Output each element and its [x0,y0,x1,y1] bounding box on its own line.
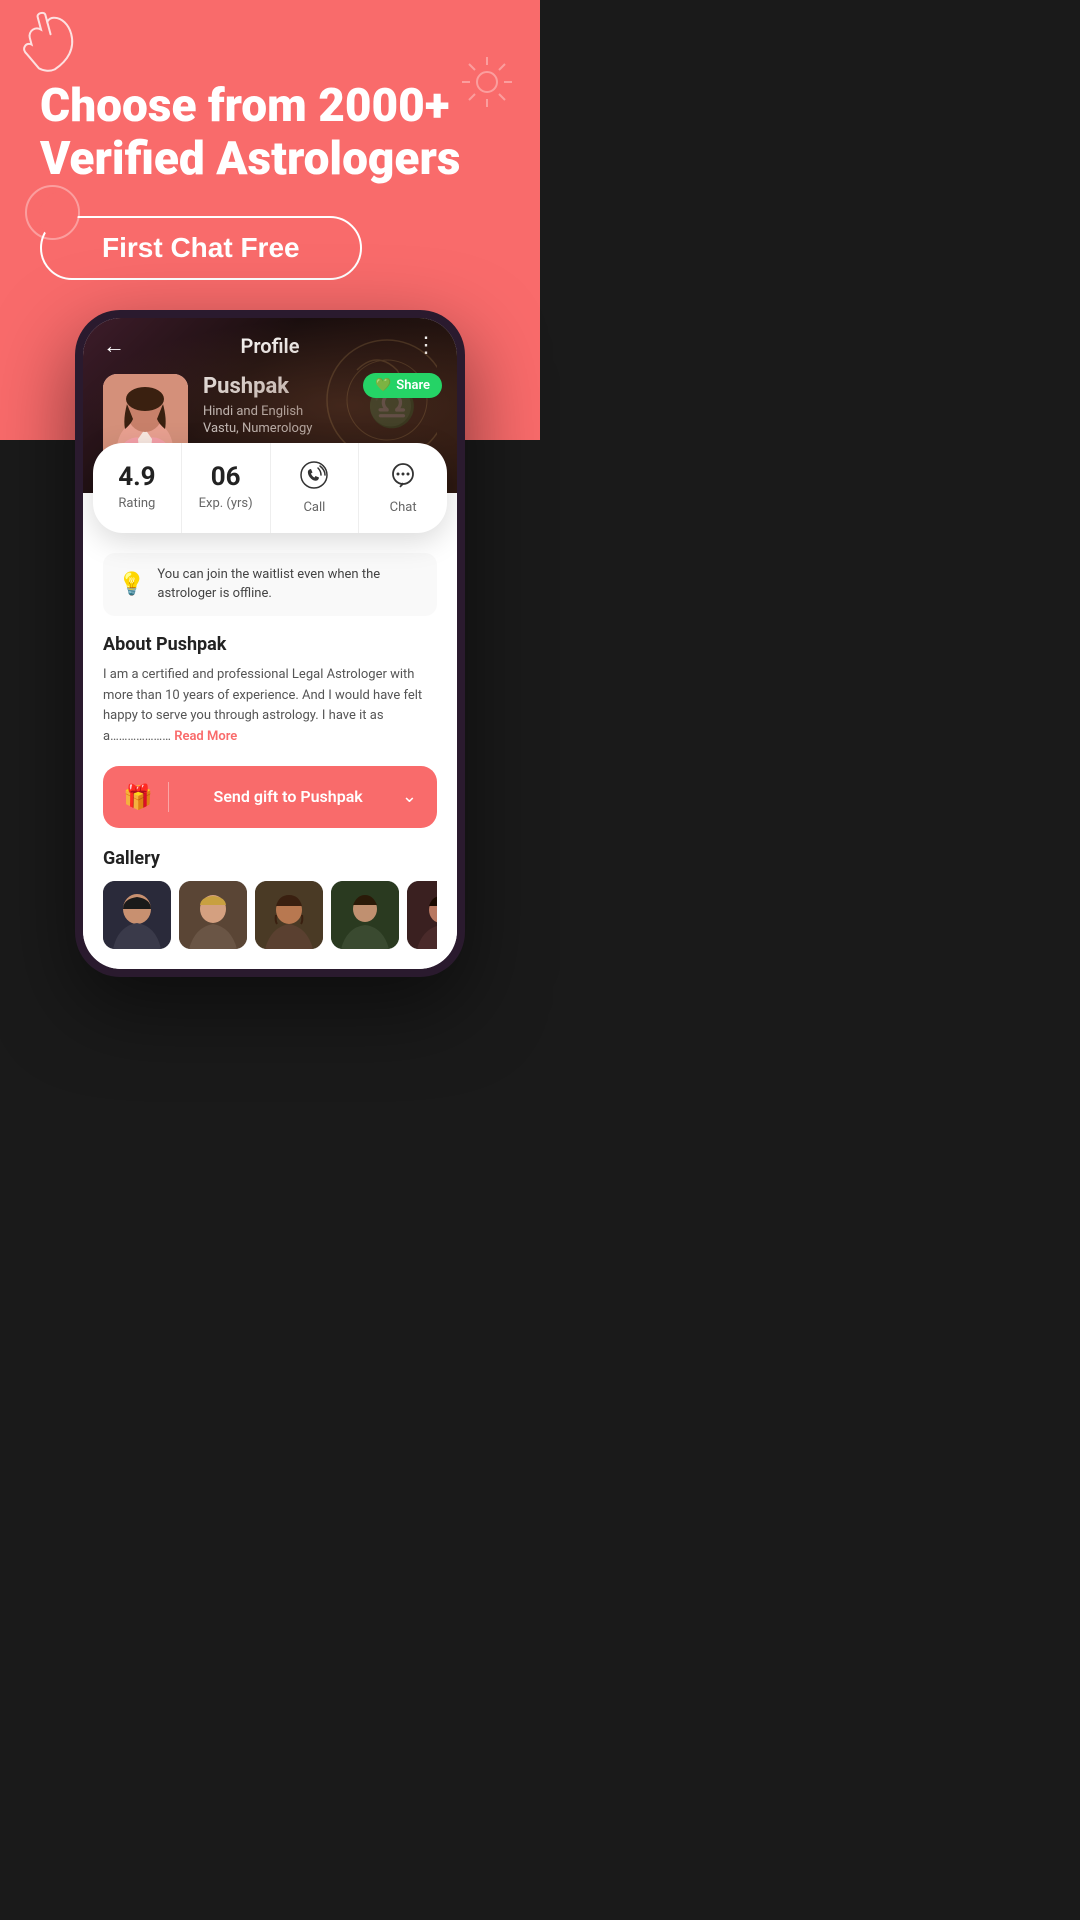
bulb-icon: 💡 [118,572,145,597]
gallery-item[interactable] [103,881,171,949]
call-stat[interactable]: Call [271,443,360,533]
chat-label: Chat [390,500,417,515]
chat-stat[interactable]: Chat [359,443,447,533]
phone-outer: ♎ ← Profile ⋮ [75,310,465,977]
hand-decoration [5,2,94,100]
crescent-decoration [25,185,80,240]
about-title: About Pushpak [103,634,437,655]
gift-button[interactable]: 🎁 Send gift to Pushpak ⌄ [103,766,437,828]
gallery-item[interactable] [331,881,399,949]
sun-decoration [460,55,515,110]
bottom-area [0,977,540,1057]
first-chat-free-button[interactable]: First Chat Free [40,216,362,280]
gift-divider [168,782,170,812]
waitlist-text: You can join the waitlist even when the … [157,565,422,604]
call-icon [300,461,328,494]
waitlist-banner: 💡 You can join the waitlist even when th… [103,553,437,616]
headline: Choose from 2000+ Verified Astrologers [40,80,500,186]
experience-value: 06 [211,464,241,490]
gallery-grid [103,881,437,949]
stats-bar-wrapper: 4.9 Rating 06 Exp. (yrs) [93,443,447,533]
gift-label: Send gift to Pushpak [184,787,392,806]
gallery-item[interactable] [407,881,437,949]
gallery-item[interactable] [255,881,323,949]
gallery-item[interactable] [179,881,247,949]
share-button[interactable]: 💚 Share [363,373,442,398]
stats-bar: 4.9 Rating 06 Exp. (yrs) [93,443,447,533]
phone-screen: ♎ ← Profile ⋮ [83,318,457,969]
call-label: Call [303,500,325,515]
gift-icon: 🎁 [123,783,153,811]
rating-label: Rating [118,496,155,511]
whatsapp-icon: 💚 [375,378,391,393]
experience-label: Exp. (yrs) [199,496,253,511]
about-text: I am a certified and professional Legal … [103,665,437,748]
gallery-title: Gallery [103,848,437,869]
chat-icon [389,461,417,494]
read-more-link[interactable]: Read More [174,729,237,744]
phone-mockup: ♎ ← Profile ⋮ [0,310,540,977]
rating-value: 4.9 [118,464,155,490]
experience-stat: 06 Exp. (yrs) [182,443,271,533]
phone-content: 💡 You can join the waitlist even when th… [83,533,457,969]
chevron-down-icon: ⌄ [402,786,417,807]
rating-stat: 4.9 Rating [93,443,182,533]
